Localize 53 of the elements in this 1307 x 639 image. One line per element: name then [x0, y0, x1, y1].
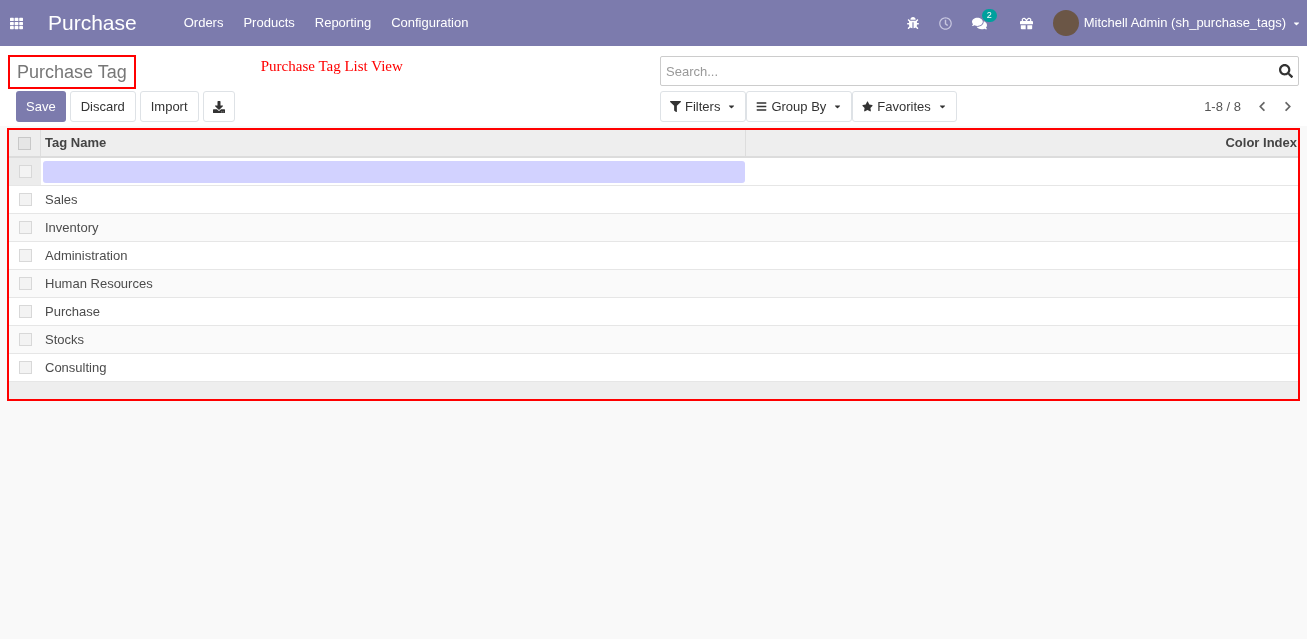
app-name[interactable]: Purchase	[48, 7, 137, 39]
annotation-label: Purchase Tag List View	[260, 57, 403, 76]
menu-item[interactable]: Configuration	[391, 13, 469, 33]
table-cell[interactable]: Sales	[41, 189, 82, 210]
checkbox[interactable]	[18, 277, 32, 290]
checkbox[interactable]	[18, 333, 32, 346]
filter-dropdown[interactable]: Favorites	[852, 91, 957, 122]
search-icon[interactable]	[1279, 64, 1293, 78]
chat-icon[interactable]	[971, 15, 987, 31]
filter-dropdown[interactable]: Filters	[660, 91, 747, 122]
menu-item[interactable]: Reporting	[314, 13, 372, 33]
download-icon	[212, 100, 225, 113]
apps-menu-icon[interactable]	[10, 16, 23, 30]
caret-icon	[727, 102, 737, 111]
action-button[interactable]: Import	[139, 91, 199, 122]
table-cell[interactable]: Inventory	[41, 217, 103, 238]
menu-item[interactable]: Products	[243, 13, 295, 33]
caret-icon	[937, 102, 947, 111]
search-field[interactable]: Search...	[660, 56, 1299, 86]
table-cell[interactable]: Human Resources	[41, 273, 157, 294]
checkbox[interactable]	[18, 165, 32, 178]
download-button[interactable]	[202, 91, 235, 122]
table-cell[interactable]: Purchase	[41, 301, 104, 322]
avatar	[1052, 10, 1079, 36]
menu-item[interactable]: Orders	[183, 13, 224, 33]
funnel-icon	[670, 101, 681, 112]
save-button[interactable]: Save	[16, 91, 66, 122]
clock-icon[interactable]	[938, 16, 952, 30]
caret-icon	[833, 102, 843, 111]
gift-icon[interactable]	[1019, 16, 1033, 30]
action-button[interactable]: Discard	[69, 91, 136, 122]
filter-dropdown[interactable]: Group By	[746, 91, 853, 122]
table-cell[interactable]: Consulting	[41, 357, 111, 378]
page-title: Purchase Tag	[8, 55, 136, 89]
checkbox[interactable]	[18, 305, 32, 318]
table-cell[interactable]: Stocks	[41, 329, 88, 350]
checkbox[interactable]	[18, 221, 32, 234]
column-header[interactable]: Tag Name	[41, 130, 746, 156]
tag-name-input[interactable]	[43, 160, 745, 183]
checkbox[interactable]	[18, 361, 32, 374]
next-icon[interactable]	[1283, 101, 1293, 112]
lines-icon	[756, 101, 768, 112]
checkbox[interactable]	[18, 136, 31, 150]
previous-icon[interactable]	[1257, 101, 1267, 112]
user-menu[interactable]: Mitchell Admin (sh_purchase_tags)	[1083, 13, 1286, 33]
message-count-badge: 2	[981, 8, 997, 22]
checkbox[interactable]	[18, 193, 32, 206]
pager-value: 1-8 / 8	[1204, 97, 1241, 116]
column-header[interactable]: Color Index	[746, 133, 1298, 153]
debug-icon[interactable]	[906, 17, 919, 29]
table-cell[interactable]: Administration	[41, 245, 132, 266]
star-icon	[862, 101, 874, 112]
checkbox[interactable]	[18, 249, 32, 262]
